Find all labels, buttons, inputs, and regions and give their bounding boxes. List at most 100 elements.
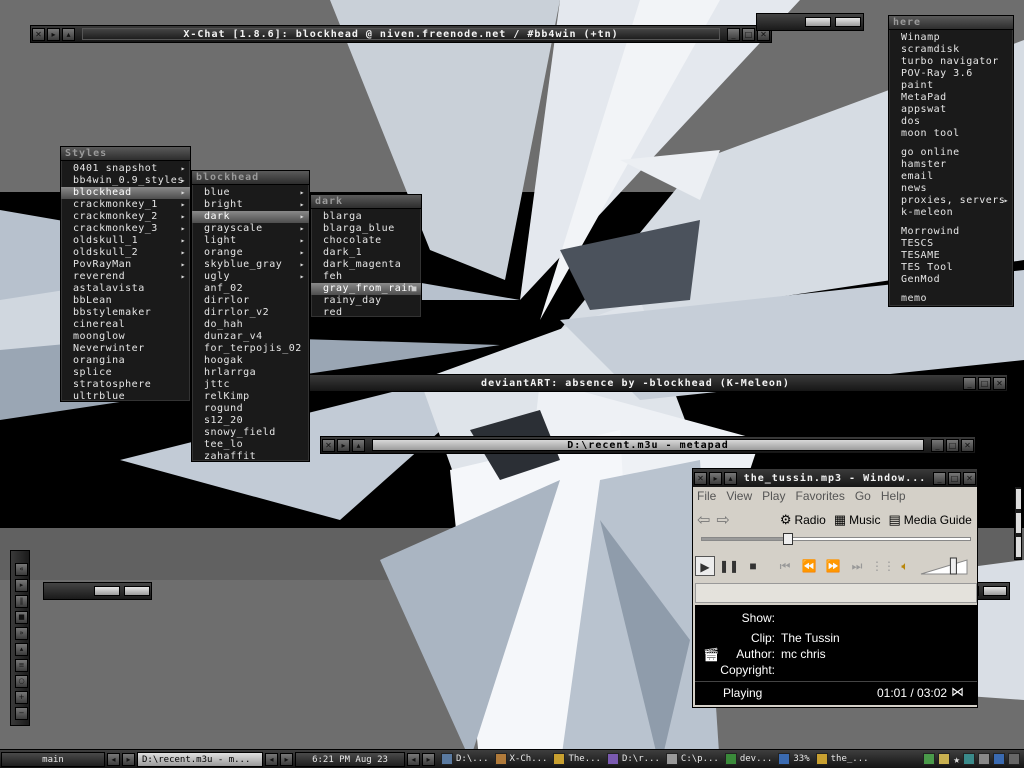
blockhead-menu-item[interactable]: snowy_field [192, 427, 309, 439]
stop-icon[interactable]: ■ [15, 611, 28, 624]
task-button[interactable]: The... [551, 752, 603, 767]
tray-app-icon[interactable] [923, 753, 936, 765]
blockhead-menu-item[interactable]: jttc [192, 379, 309, 391]
minimize-icon[interactable]: _ [931, 438, 944, 452]
blockhead-menu-item[interactable]: skyblue_gray [192, 259, 309, 271]
pause-icon[interactable]: ‖ [15, 595, 28, 608]
blockhead-menu-item[interactable]: anf_02 [192, 283, 309, 295]
blockhead-menu-item[interactable]: dunzar_v4 [192, 331, 309, 343]
blockhead-menu-item[interactable]: s12_20 [192, 415, 309, 427]
root-menu-item[interactable]: news [889, 183, 1013, 195]
task-prev-icon[interactable]: ◂ [265, 752, 278, 766]
styles-menu-item[interactable]: oldskull_1 [61, 235, 190, 247]
minimize-icon[interactable]: _ [727, 27, 740, 41]
eject-icon[interactable]: ▴ [15, 643, 28, 656]
active-task-label[interactable]: D:\recent.m3u - m... [137, 751, 263, 767]
dark-menu-item[interactable]: dark_1 [311, 247, 421, 259]
pin-icon[interactable]: ▸ [47, 27, 60, 41]
root-menu-item[interactable]: TES Tool [889, 262, 1013, 274]
close-icon[interactable]: ✕ [993, 376, 1006, 390]
styles-menu-item[interactable]: orangina [61, 355, 190, 367]
shade-icon[interactable]: ▴ [724, 471, 737, 485]
tray-monitor-icon[interactable] [1008, 753, 1020, 765]
root-menu-item[interactable]: TESCS [889, 238, 1013, 250]
repeat-icon[interactable]: ○ [15, 675, 28, 688]
seek-bar[interactable] [701, 533, 971, 545]
rewind-icon[interactable]: ⏪ [799, 556, 819, 576]
styles-menu-item[interactable]: reverend [61, 271, 190, 283]
blockhead-menu-item[interactable]: bright [192, 199, 309, 211]
blockhead-menu-item[interactable]: dark [192, 211, 309, 223]
playlist-icon[interactable]: ≡ [15, 659, 28, 672]
blockhead-menu-item[interactable]: relKimp [192, 391, 309, 403]
styles-menu-item[interactable]: splice [61, 367, 190, 379]
root-menu-item[interactable]: paint [889, 80, 1013, 92]
preview-icon[interactable]: ⋮⋮ [871, 556, 895, 576]
volume-down-icon[interactable]: − [15, 707, 28, 720]
close-icon[interactable]: ✕ [32, 27, 45, 41]
root-menu-item[interactable]: memo [889, 293, 1013, 305]
root-menu-item[interactable]: GenMod [889, 274, 1013, 286]
fast-forward-icon[interactable]: ⏩ [823, 556, 843, 576]
xchat-titlebar[interactable]: ✕ ▸ ▴ X-Chat [1.8.6]: blockhead @ niven.… [30, 25, 772, 43]
dark-menu-item[interactable]: blarga_blue [311, 223, 421, 235]
minimize-icon[interactable]: _ [963, 376, 976, 390]
styles-menu-item[interactable]: astalavista [61, 283, 190, 295]
blockhead-menu-item[interactable]: orange [192, 247, 309, 259]
close-icon[interactable]: ✕ [322, 438, 335, 452]
blockhead-menu-item[interactable]: tee_lo [192, 439, 309, 451]
root-menu-item[interactable]: TESAME [889, 250, 1013, 262]
task-button[interactable]: 33% [776, 752, 811, 767]
styles-menu-item[interactable]: 0401 snapshot [61, 163, 190, 175]
root-menu-item[interactable]: hamster [889, 159, 1013, 171]
workspace-next-icon[interactable]: ▸ [122, 752, 135, 766]
root-menu-item[interactable]: Winamp [889, 32, 1013, 44]
blockhead-menu-item[interactable]: dirrlor_v2 [192, 307, 309, 319]
styles-menu-item[interactable]: crackmonkey_2 [61, 211, 190, 223]
metapad-titlebar[interactable]: ✕ ▸ ▴ D:\recent.m3u - metapad _ □ ✕ [320, 436, 976, 454]
task-button[interactable]: the_... [814, 752, 871, 767]
menu-view[interactable]: View [726, 489, 752, 503]
root-menu-item[interactable]: Morrowind [889, 226, 1013, 238]
styles-menu-item[interactable]: crackmonkey_3 [61, 223, 190, 235]
rewind-icon[interactable]: « [15, 563, 28, 576]
play-icon[interactable]: ▶ [695, 556, 715, 576]
previous-track-icon[interactable]: ⏮ [775, 556, 795, 576]
styles-menu-item[interactable]: moonglow [61, 331, 190, 343]
play-icon[interactable]: ▸ [15, 579, 28, 592]
media-player-titlebar[interactable]: ✕ ▸ ▴ the_tussin.mp3 - Window... _ □ ✕ [693, 469, 977, 487]
dark-menu-item[interactable]: rainy_day [311, 295, 421, 307]
task-button[interactable]: D:\... [439, 752, 491, 767]
dark-menu-item[interactable]: chocolate [311, 235, 421, 247]
styles-menu-item[interactable]: oldskull_2 [61, 247, 190, 259]
root-menu-item[interactable]: turbo navigator [889, 56, 1013, 68]
tray-globe-icon[interactable] [993, 753, 1005, 765]
shade-icon[interactable]: ▴ [62, 27, 75, 41]
tray-network-icon[interactable] [963, 753, 975, 765]
tray-star-icon[interactable]: ★ [953, 753, 960, 766]
menu-play[interactable]: Play [762, 489, 785, 503]
minimize-icon[interactable]: _ [933, 471, 946, 485]
workspace-name[interactable]: main [1, 751, 105, 767]
maximize-icon[interactable]: □ [978, 376, 991, 390]
blockhead-menu-item[interactable]: dirrlor [192, 295, 309, 307]
blockhead-menu-item[interactable]: grayscale [192, 223, 309, 235]
menu-go[interactable]: Go [855, 489, 871, 503]
task-button[interactable]: dev... [723, 752, 775, 767]
clock[interactable]: 6:21 PM Aug 23 [295, 751, 405, 767]
root-menu-item[interactable]: go online [889, 147, 1013, 159]
seek-thumb[interactable] [782, 533, 793, 545]
radio-link[interactable]: Radio [794, 513, 825, 527]
close-icon[interactable]: ✕ [963, 471, 976, 485]
root-menu-item[interactable]: moon tool [889, 128, 1013, 140]
styles-menu-item[interactable]: cinereal [61, 319, 190, 331]
menu-help[interactable]: Help [881, 489, 906, 503]
maximize-icon[interactable]: □ [946, 438, 959, 452]
task-button[interactable]: D:\r... [605, 752, 662, 767]
tray-shield-icon[interactable] [978, 753, 990, 765]
styles-menu-item[interactable]: PovRayMan [61, 259, 190, 271]
maximize-icon[interactable]: □ [948, 471, 961, 485]
root-menu-item[interactable]: appswat [889, 104, 1013, 116]
back-arrow-icon[interactable]: ⇦ [697, 510, 710, 530]
root-menu-item[interactable]: email [889, 171, 1013, 183]
